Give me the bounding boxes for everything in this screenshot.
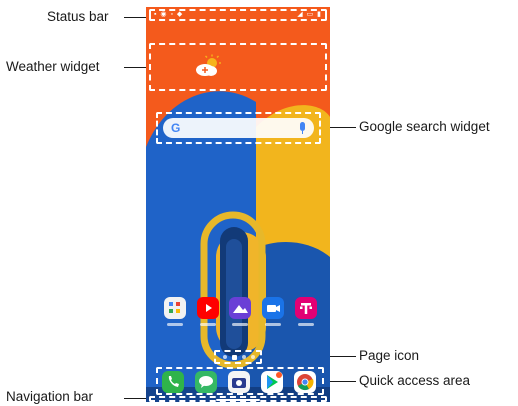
folder-app-icon[interactable] <box>164 297 186 319</box>
app-label-placeholder <box>232 323 248 326</box>
t-mobile-app-icon[interactable] <box>295 297 317 319</box>
page-icon-highlight <box>214 350 262 364</box>
app-label-placeholder <box>200 323 216 326</box>
phone-screen: ▪ ◉ ▫ ◆ ◢ ▭ ▮ G <box>146 7 330 402</box>
label-page-icon: Page icon <box>359 348 420 363</box>
app-label-placeholder <box>298 323 314 326</box>
status-bar-highlight <box>149 9 327 21</box>
quick-access-area-highlight <box>156 367 324 395</box>
label-google-search-widget: Google search widget <box>359 119 490 134</box>
weather-widget-highlight <box>149 43 327 91</box>
label-quick-access-area: Quick access area <box>359 373 471 388</box>
app-label-placeholder <box>167 323 183 326</box>
label-navigation-bar: Navigation bar <box>6 389 94 404</box>
app-label-placeholder <box>265 323 281 326</box>
navigation-bar-highlight <box>149 396 327 402</box>
youtube-app-icon[interactable] <box>197 297 219 319</box>
video-call-app-icon[interactable] <box>262 297 284 319</box>
label-status-bar: Status bar <box>47 9 109 24</box>
gallery-app-icon[interactable] <box>229 297 251 319</box>
google-search-widget-highlight <box>156 112 321 144</box>
label-weather-widget: Weather widget <box>6 59 100 74</box>
leader-quick-access-area <box>326 381 356 382</box>
